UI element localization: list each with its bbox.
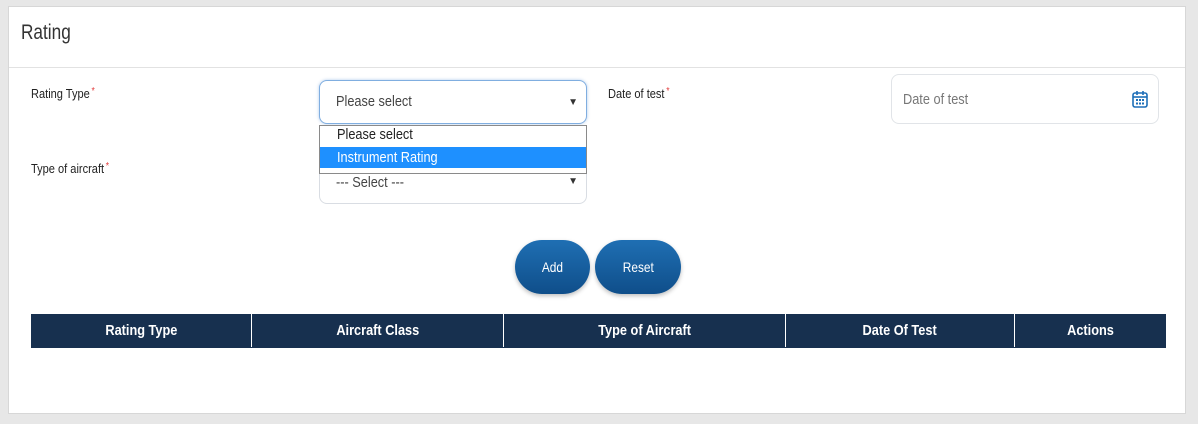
- dropdown-option-highlighted[interactable]: Instrument Rating: [320, 147, 586, 168]
- column-header-date-of-test[interactable]: Date Of Test: [786, 314, 1015, 347]
- chevron-down-icon: ▼: [568, 176, 578, 187]
- card-header: Rating: [9, 7, 1185, 68]
- rating-card: Rating: [8, 6, 1186, 414]
- dropdown-option[interactable]: Please select: [320, 126, 586, 143]
- rating-type-select[interactable]: Please select ▼: [319, 80, 587, 124]
- card-title: Rating: [21, 21, 71, 44]
- reset-button[interactable]: Reset: [595, 240, 681, 294]
- column-header-aircraft-class[interactable]: Aircraft Class: [252, 314, 504, 347]
- column-header-actions[interactable]: Actions: [1015, 314, 1166, 347]
- type-of-aircraft-label: Type of aircraft *: [31, 161, 110, 176]
- date-of-test-label: Date of test *: [608, 86, 670, 101]
- add-button[interactable]: Add: [515, 240, 590, 294]
- column-header-type-of-aircraft[interactable]: Type of Aircraft: [504, 314, 786, 347]
- column-header-rating-type[interactable]: Rating Type: [31, 314, 252, 347]
- required-mark: *: [666, 86, 670, 97]
- required-mark: *: [105, 161, 110, 172]
- table-header: Rating Type Aircraft Class Type of Aircr…: [31, 314, 1166, 348]
- calendar-icon[interactable]: [1132, 90, 1148, 108]
- type-of-aircraft-value: --- Select ---: [336, 174, 404, 191]
- date-of-test-placeholder: Date of test: [903, 91, 969, 108]
- rating-type-value: Please select: [336, 93, 412, 110]
- chevron-down-icon: ▼: [568, 97, 578, 108]
- rating-type-label: Rating Type *: [31, 86, 95, 101]
- required-mark: *: [91, 86, 95, 97]
- date-of-test-input[interactable]: Date of test: [891, 74, 1159, 124]
- rating-type-dropdown: Please select Instrument Rating: [319, 125, 587, 174]
